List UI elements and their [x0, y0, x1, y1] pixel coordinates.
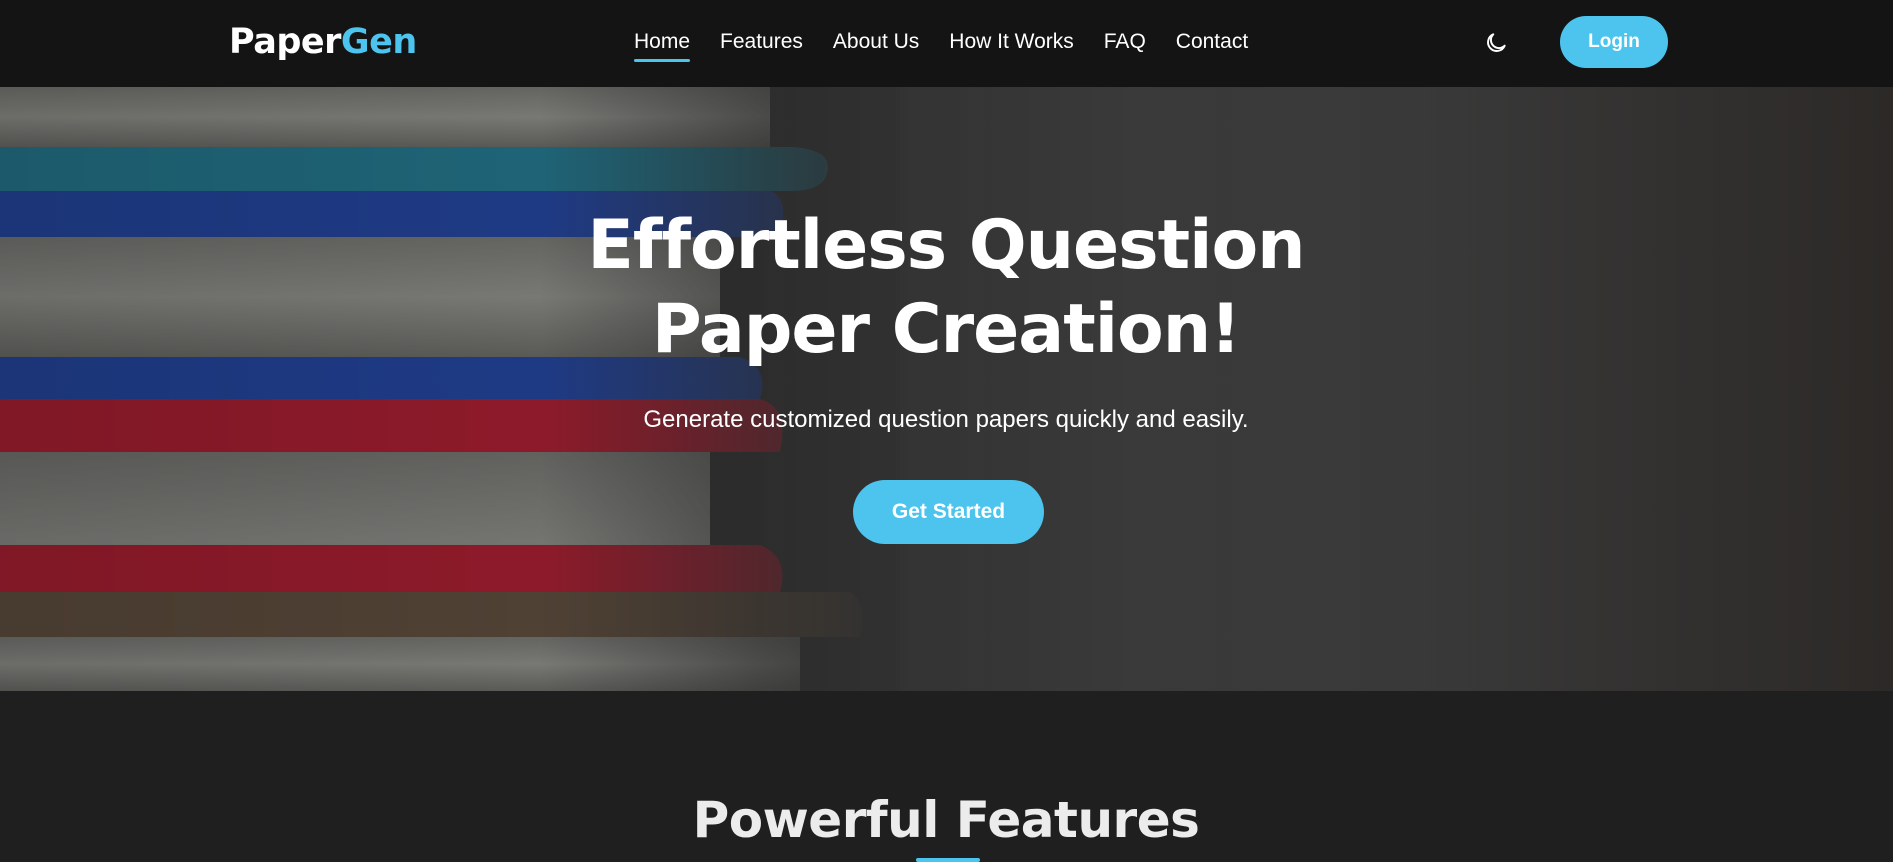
- features-heading-underline: [916, 858, 980, 862]
- hero-title-line-2: Paper Creation!: [651, 290, 1241, 369]
- hero-title: Effortless Question Paper Creation!: [546, 204, 1346, 372]
- logo[interactable]: PaperGen: [229, 18, 417, 66]
- logo-text-accent: Gen: [340, 22, 417, 62]
- nav-link-features[interactable]: Features: [720, 28, 803, 56]
- main-nav: Home Features About Us How It Works FAQ …: [634, 28, 1278, 62]
- moon-icon[interactable]: [1483, 30, 1509, 56]
- logo-text-primary: Paper: [229, 22, 341, 62]
- get-started-button[interactable]: Get Started: [853, 480, 1044, 544]
- nav-link-contact[interactable]: Contact: [1176, 28, 1248, 56]
- features-heading: Powerful Features: [692, 791, 1200, 849]
- hero-subtitle: Generate customized question papers quic…: [643, 406, 1249, 433]
- features-section: Powerful Features: [0, 691, 1893, 862]
- nav-link-home[interactable]: Home: [634, 28, 691, 62]
- hero-title-line-1: Effortless Question: [587, 206, 1305, 285]
- hero-section: Effortless Question Paper Creation! Gene…: [0, 87, 1893, 691]
- hero-overlay: [0, 87, 1893, 691]
- navbar: PaperGen Home Features About Us How It W…: [0, 0, 1893, 87]
- nav-link-about-us[interactable]: About Us: [833, 28, 919, 56]
- nav-link-how-it-works[interactable]: How It Works: [949, 28, 1073, 56]
- login-button[interactable]: Login: [1560, 16, 1668, 68]
- nav-link-faq[interactable]: FAQ: [1104, 28, 1146, 56]
